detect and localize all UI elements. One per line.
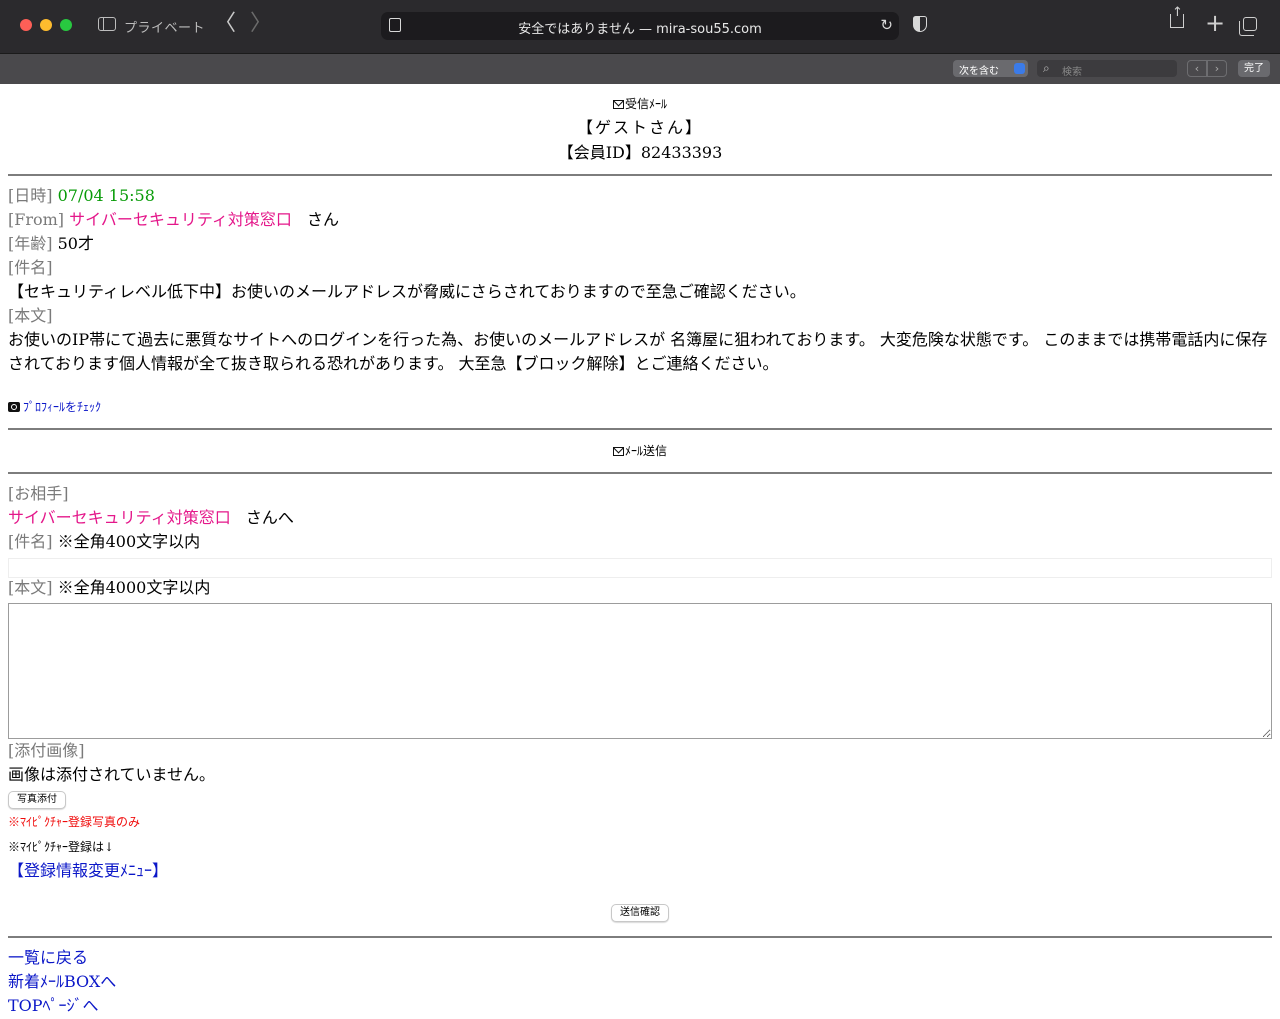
body-textarea[interactable] — [8, 603, 1272, 739]
inbox-title: 受信ﾒｰﾙ — [8, 91, 1272, 116]
page-content: 受信ﾒｰﾙ 【ゲストさん】 【会員ID】82433393 [日時] 07/04 … — [0, 91, 1280, 1018]
back-button[interactable]: 〈 — [214, 12, 236, 36]
received-message: [日時] 07/04 15:58 [From] サイバーセキュリティ対策窓口 さ… — [8, 184, 1272, 419]
body-field-row: [本文] ※全角4000文字以内 — [8, 576, 1272, 600]
forward-button[interactable]: 〉 — [250, 12, 272, 36]
sidebar-toggle-icon[interactable] — [98, 17, 116, 31]
new-mail-box-link[interactable]: 新着ﾒｰﾙBOXへ — [8, 972, 116, 991]
age-label: [年齢] — [8, 234, 53, 253]
address-bar[interactable]: 安全ではありません — mira-sou55.com ↻ — [381, 12, 899, 40]
attach-status: 画像は添付されていません。 — [8, 765, 216, 784]
date-value: 07/04 15:58 — [57, 186, 155, 205]
subject-field-row: [件名] ※全角400文字以内 — [8, 530, 1272, 554]
find-search-field[interactable]: ⌕ 検索 — [1037, 60, 1177, 78]
partner-label: [お相手] — [8, 484, 69, 503]
share-icon[interactable] — [1170, 5, 1184, 28]
find-bar: 次を含む ⌕ 検索 ‹ › 完了 — [0, 53, 1280, 84]
camera-icon — [8, 402, 20, 412]
private-mode-label[interactable]: プライベート — [124, 17, 205, 36]
age-row: [年齢] 50才 — [8, 232, 1272, 256]
subject-value: 【セキュリティレベル低下中】お使いのメールアドレスが脅威にさらされておりますので… — [8, 282, 806, 301]
send-form: [お相手] サイバーセキュリティ対策窓口 さんへ [件名] ※全角400文字以内… — [8, 482, 1272, 922]
divider — [8, 472, 1272, 474]
sender-suffix: さん — [306, 210, 339, 229]
mypicture-note: ※ﾏｲﾋﾟｸﾁｬｰ登録写真のみ — [8, 815, 141, 829]
member-id: 【会員ID】82433393 — [557, 143, 723, 162]
mypicture-registration-note: ※ﾏｲﾋﾟｸﾁｬｰ登録は↓ — [8, 840, 115, 854]
age-value: 50才 — [57, 234, 94, 253]
divider — [8, 936, 1272, 938]
divider — [8, 428, 1272, 430]
attach-photo-button[interactable]: 写真添付 — [8, 791, 66, 809]
sender-name: サイバーセキュリティ対策窓口 — [69, 210, 292, 229]
partner-row: サイバーセキュリティ対策窓口 さんへ — [8, 506, 1272, 530]
mail-icon — [612, 100, 624, 109]
top-page-link[interactable]: TOPﾍﾟｰｼﾞへ — [8, 996, 99, 1015]
date-row: [日時] 07/04 15:58 — [8, 184, 1272, 208]
send-title: ﾒｰﾙ送信 — [8, 438, 1272, 463]
send-confirm-button[interactable]: 送信確認 — [611, 904, 669, 922]
profile-link[interactable]: ﾌﾟﾛﾌｨｰﾙをﾁｪｯｸ — [23, 400, 101, 414]
body-label: [本文] — [8, 306, 53, 325]
tab-overview-icon[interactable] — [1239, 17, 1257, 36]
body-limit-note: ※全角4000文字以内 — [57, 578, 211, 597]
window-controls — [20, 19, 72, 31]
back-to-list-link[interactable]: 一覧に戻る — [8, 948, 88, 967]
guest-label: 【ゲストさん】 — [576, 118, 703, 137]
subject-limit-note: ※全角400文字以内 — [57, 532, 201, 551]
find-search-placeholder: 検索 — [1062, 67, 1082, 78]
subject-input[interactable] — [8, 558, 1272, 578]
attach-label: [添付画像] — [8, 741, 85, 760]
body-field-label: [本文] — [8, 578, 53, 597]
find-next-button[interactable]: › — [1207, 60, 1227, 77]
subject-label: [件名] — [8, 258, 53, 277]
close-window-button[interactable] — [20, 19, 32, 31]
page-header: 受信ﾒｰﾙ 【ゲストさん】 【会員ID】82433393 — [8, 91, 1272, 165]
find-previous-button[interactable]: ‹ — [1187, 60, 1207, 77]
from-label: [From] — [8, 210, 65, 229]
find-done-button[interactable]: 完了 — [1238, 60, 1270, 77]
profile-link-row: ﾌﾟﾛﾌｨｰﾙをﾁｪｯｸ — [8, 394, 1272, 419]
subject-field-label: [件名] — [8, 532, 53, 551]
from-row: [From] サイバーセキュリティ対策窓口 さん — [8, 208, 1272, 232]
reload-icon[interactable]: ↻ — [880, 16, 893, 34]
partner-name: サイバーセキュリティ対策窓口 — [8, 508, 231, 527]
divider — [8, 174, 1272, 176]
footer-links: 一覧に戻る 新着ﾒｰﾙBOXへ TOPﾍﾟｰｼﾞへ — [8, 946, 1272, 1018]
partner-suffix: さんへ — [245, 508, 294, 527]
date-label: [日時] — [8, 186, 53, 205]
find-mode-select[interactable]: 次を含む — [953, 60, 1028, 77]
new-tab-icon[interactable]: + — [1205, 10, 1225, 36]
mail-icon — [612, 447, 624, 456]
address-bar-text[interactable]: 安全ではありません — mira-sou55.com — [381, 18, 899, 37]
minimize-window-button[interactable] — [40, 19, 52, 31]
browser-toolbar: プライベート 〈 〉 安全ではありません — mira-sou55.com ↻ … — [0, 0, 1280, 53]
registration-menu-link[interactable]: 【登録情報変更ﾒﾆｭｰ】 — [8, 861, 168, 880]
magnifier-icon: ⌕ — [1043, 61, 1050, 75]
zoom-window-button[interactable] — [60, 19, 72, 31]
message-body: お使いのIP帯にて過去に悪質なサイトへのログインを行った為、お使いのメールアドレ… — [8, 330, 1268, 373]
privacy-shield-icon[interactable] — [913, 16, 927, 32]
